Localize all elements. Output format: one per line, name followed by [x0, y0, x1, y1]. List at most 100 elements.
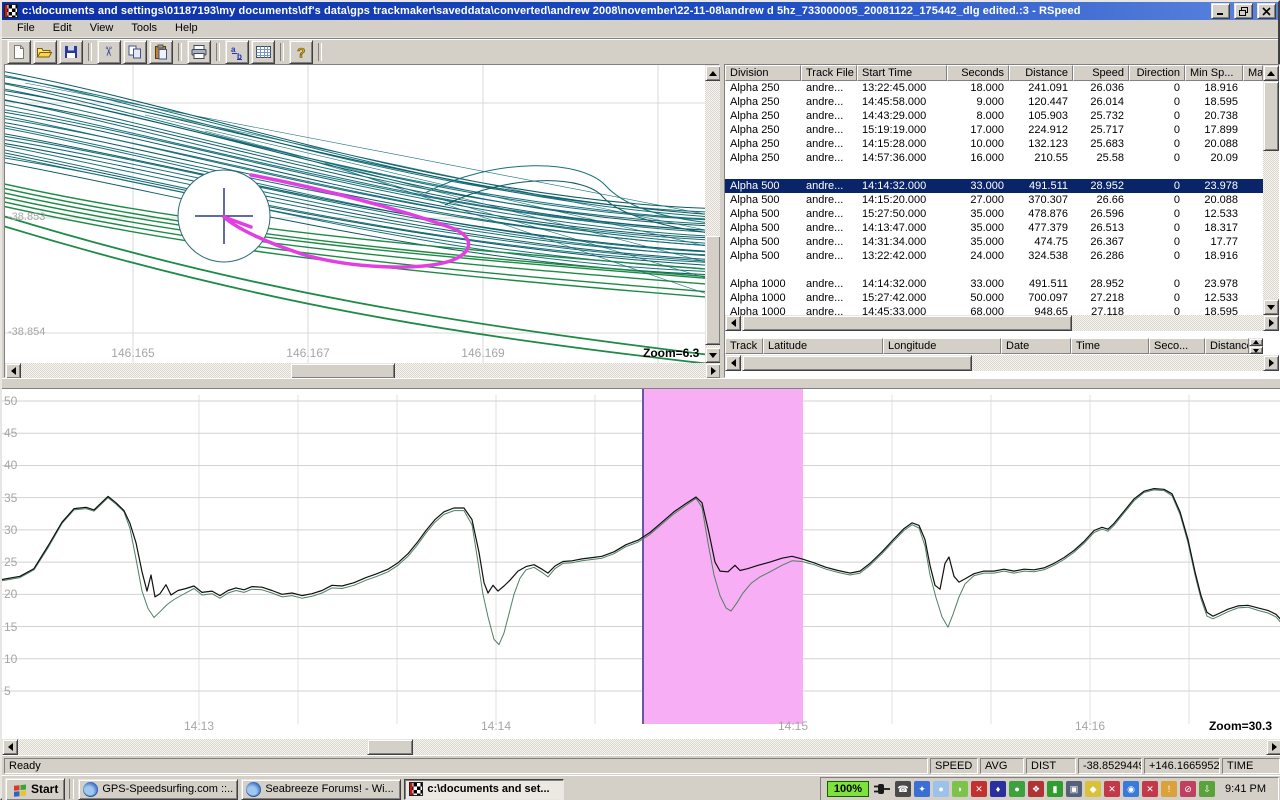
- print-icon[interactable]: [187, 40, 211, 64]
- table-scroll-left-button[interactable]: [725, 315, 741, 331]
- updates-icon[interactable]: ⇩: [1199, 781, 1215, 797]
- new-document-icon[interactable]: [7, 40, 31, 64]
- table-scroll-down-button[interactable]: [1263, 299, 1279, 315]
- speed-chart-panel[interactable]: 5045403530252015105 14:1314:1414:1514:16…: [2, 388, 1280, 739]
- messenger-icon[interactable]: ◗: [952, 781, 968, 797]
- table-vertical-scrollbar[interactable]: [1263, 65, 1279, 315]
- map-scroll-up-button[interactable]: [705, 65, 721, 81]
- minimize-button[interactable]: [1211, 3, 1230, 19]
- map-vertical-scrollbar[interactable]: [705, 65, 721, 363]
- save-icon[interactable]: [59, 40, 83, 64]
- track-table-body[interactable]: Alpha 250andre...13:22:45.00018.000241.0…: [725, 81, 1263, 315]
- blocked-icon[interactable]: ⊘: [1180, 781, 1196, 797]
- map-horizontal-scrollbar[interactable]: [5, 363, 721, 379]
- table-horizontal-scrollbar[interactable]: [725, 315, 1279, 331]
- table-row[interactable]: Alpha 250andre...14:43:29.0008.000105.90…: [725, 109, 1263, 123]
- table-row[interactable]: Alpha 500andre...14:14:32.00033.000491.5…: [725, 179, 1263, 193]
- column-header-seconds[interactable]: Seconds: [947, 65, 1009, 81]
- point-column-header-date[interactable]: Date: [1001, 338, 1071, 354]
- column-header-min-sp-[interactable]: Min Sp...: [1185, 65, 1243, 81]
- bluetooth-icon[interactable]: ♦: [990, 781, 1006, 797]
- grid-table-icon[interactable]: [251, 40, 275, 64]
- column-header-start-time[interactable]: Start Time: [857, 65, 947, 81]
- point-table-scroll-right-button[interactable]: [1263, 355, 1279, 371]
- gears-icon[interactable]: ❖: [1028, 781, 1044, 797]
- device-error-icon[interactable]: ✕: [1142, 781, 1158, 797]
- map-hscroll-thumb[interactable]: [290, 363, 395, 379]
- restore-button[interactable]: [1234, 3, 1253, 19]
- spinner-down-button[interactable]: [1249, 346, 1263, 354]
- paste-icon[interactable]: [149, 40, 173, 64]
- table-row[interactable]: Alpha 500andre...14:13:47.00035.000477.3…: [725, 221, 1263, 235]
- table-row[interactable]: Alpha 250andre...13:22:45.00018.000241.0…: [725, 81, 1263, 95]
- chart-hscroll-thumb[interactable]: [367, 739, 413, 755]
- map-scroll-right-button[interactable]: [705, 363, 721, 379]
- table-scroll-right-button[interactable]: [1263, 315, 1279, 331]
- point-column-header-time[interactable]: Time: [1071, 338, 1149, 354]
- point-column-header-distance[interactable]: Distance: [1205, 338, 1249, 354]
- point-table-horizontal-scrollbar[interactable]: [725, 355, 1279, 371]
- help-icon[interactable]: ?: [289, 40, 313, 64]
- point-column-header-longitude[interactable]: Longitude: [883, 338, 1001, 354]
- menu-help[interactable]: Help: [166, 20, 207, 37]
- wireless-icon[interactable]: ◉: [1123, 781, 1139, 797]
- cut-icon[interactable]: ✂: [97, 40, 121, 64]
- menu-edit[interactable]: Edit: [44, 20, 81, 37]
- map-scroll-left-button[interactable]: [5, 363, 21, 379]
- table-row[interactable]: Alpha 1000andre...14:45:33.00068.000948.…: [725, 305, 1263, 315]
- table-row[interactable]: Alpha 500andre...13:22:42.00024.000324.5…: [725, 249, 1263, 263]
- map-vscroll-thumb[interactable]: [705, 235, 721, 345]
- gps-track-map[interactable]: [5, 65, 705, 363]
- security-key-icon[interactable]: ◆: [1085, 781, 1101, 797]
- table-row[interactable]: Alpha 250andre...14:15:28.00010.000132.1…: [725, 137, 1263, 151]
- signal-bars-icon[interactable]: ▮: [1047, 781, 1063, 797]
- spinner-up-button[interactable]: [1249, 338, 1263, 346]
- alert-icon[interactable]: !: [1161, 781, 1177, 797]
- menu-view[interactable]: View: [81, 20, 123, 37]
- column-header-division[interactable]: Division: [725, 65, 801, 81]
- column-header-distance[interactable]: Distance: [1009, 65, 1073, 81]
- table-row[interactable]: Alpha 250andre...14:57:36.00016.000210.5…: [725, 151, 1263, 165]
- network-error-icon[interactable]: ✕: [1104, 781, 1120, 797]
- map-scroll-down-button[interactable]: [705, 347, 721, 363]
- column-header-direction[interactable]: Direction: [1129, 65, 1185, 81]
- chart-scroll-right-button[interactable]: [1266, 739, 1280, 755]
- point-table-scroll-left-button[interactable]: [725, 355, 741, 371]
- column-header-ma[interactable]: Ma: [1243, 65, 1263, 81]
- magnifier-icon[interactable]: ●: [933, 781, 949, 797]
- copy-icon[interactable]: [123, 40, 147, 64]
- table-vscroll-thumb[interactable]: [1263, 81, 1279, 151]
- open-folder-icon[interactable]: [33, 40, 57, 64]
- table-hscroll-thumb[interactable]: [742, 315, 1072, 331]
- chart-scroll-left-button[interactable]: [2, 739, 18, 755]
- point-column-header-track[interactable]: Track: [725, 338, 763, 354]
- table-row[interactable]: Alpha 500andre...14:31:34.00035.000474.7…: [725, 235, 1263, 249]
- column-header-track-file[interactable]: Track File: [801, 65, 857, 81]
- table-scroll-up-button[interactable]: [1263, 65, 1279, 81]
- close-button[interactable]: [1257, 3, 1276, 19]
- antivirus-icon[interactable]: ●: [1009, 781, 1025, 797]
- point-table-hscroll-thumb[interactable]: [742, 355, 972, 371]
- speed-chart[interactable]: [2, 389, 1280, 740]
- no-connection-icon[interactable]: ✕: [971, 781, 987, 797]
- network-monitor-icon[interactable]: ▣: [1066, 781, 1082, 797]
- phone-icon[interactable]: ☎: [895, 781, 911, 797]
- column-header-speed[interactable]: Speed: [1073, 65, 1129, 81]
- table-row[interactable]: Alpha 250andre...14:45:58.0009.000120.44…: [725, 95, 1263, 109]
- menu-tools[interactable]: Tools: [122, 20, 166, 37]
- start-button[interactable]: Start: [5, 778, 65, 800]
- table-row[interactable]: Alpha 250andre...15:19:19.00017.000224.9…: [725, 123, 1263, 137]
- chart-horizontal-scrollbar[interactable]: [2, 739, 1280, 755]
- battery-indicator[interactable]: 100%: [827, 781, 869, 797]
- map-panel[interactable]: -38.853 -38.854 146.165146.167146.169 Zo…: [4, 64, 720, 378]
- point-column-header-seco-[interactable]: Seco...: [1149, 338, 1205, 354]
- table-row[interactable]: Alpha 500andre...14:15:20.00027.000370.3…: [725, 193, 1263, 207]
- table-row[interactable]: Alpha 500andre...15:27:50.00035.000478.8…: [725, 207, 1263, 221]
- display-settings-icon[interactable]: ✦: [914, 781, 930, 797]
- taskbar-button[interactable]: c:\documents and set...: [404, 779, 564, 800]
- taskbar-button[interactable]: Seabreeze Forums! - Wi...: [241, 779, 401, 800]
- table-row[interactable]: Alpha 1000andre...15:27:42.00050.000700.…: [725, 291, 1263, 305]
- point-column-header-latitude[interactable]: Latitude: [763, 338, 883, 354]
- table-row[interactable]: Alpha 1000andre...14:14:32.00033.000491.…: [725, 277, 1263, 291]
- taskbar-button[interactable]: GPS-Speedsurfing.com ::...: [78, 779, 238, 800]
